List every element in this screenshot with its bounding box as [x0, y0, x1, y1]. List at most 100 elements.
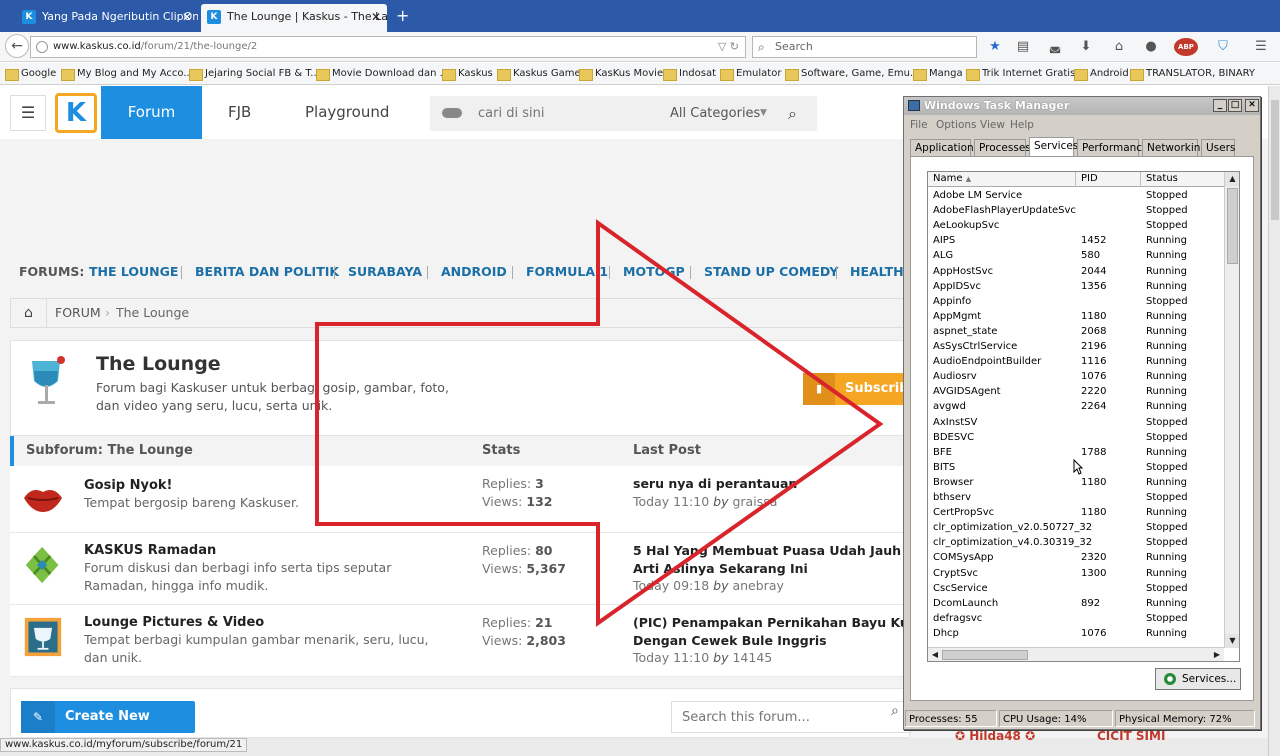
nav-forum[interactable]: Forum: [101, 86, 202, 139]
breadcrumb-forum[interactable]: FORUM: [55, 299, 101, 327]
chat-icon[interactable]: ●: [1142, 38, 1160, 56]
bookmark-item[interactable]: Emulator: [720, 63, 781, 84]
kaskus-search-input[interactable]: [478, 102, 648, 124]
tab-networking[interactable]: Networking: [1142, 139, 1207, 156]
tab-services[interactable]: Services: [1029, 137, 1078, 157]
bookmark-item[interactable]: Google: [5, 63, 56, 84]
service-row[interactable]: AsSysCtrlService 2196 Running: [928, 339, 1224, 354]
column-status[interactable]: Status: [1141, 172, 1224, 187]
forum-link[interactable]: BERITA DAN POLITIK: [195, 258, 339, 286]
menu-help[interactable]: Help: [1010, 116, 1034, 134]
subforum-name[interactable]: KASKUS Ramadan: [84, 543, 216, 558]
service-row[interactable]: defragsvc Stopped: [928, 611, 1224, 626]
subscribe-button[interactable]: ▮ Subscribe: [803, 373, 917, 405]
subforum-row-ramadan[interactable]: KASKUS Ramadan Forum diskusi dan berbagi…: [10, 533, 913, 605]
tab-applications[interactable]: Applications: [910, 139, 979, 156]
download-icon[interactable]: ⬇: [1077, 38, 1095, 56]
nav-playground[interactable]: Playground: [305, 86, 389, 139]
page-scrollbar[interactable]: [1268, 86, 1280, 756]
minimize-button[interactable]: _: [1213, 99, 1227, 112]
tab-the-lounge[interactable]: K The Lounge | Kaskus - The La… ✕: [201, 4, 387, 32]
service-row[interactable]: AIPS 1452 Running: [928, 233, 1224, 248]
menu-file[interactable]: File: [910, 116, 928, 134]
service-row[interactable]: Appinfo Stopped: [928, 294, 1224, 309]
tab-clipon[interactable]: K Yang Pada Ngeributin ClipOn… ✕: [16, 4, 198, 32]
bookmark-star-icon[interactable]: ★: [986, 38, 1004, 56]
service-row[interactable]: AppMgmt 1180 Running: [928, 309, 1224, 324]
service-row[interactable]: ALG 580 Running: [928, 248, 1224, 263]
scroll-up-icon[interactable]: ▲: [1225, 172, 1239, 186]
service-row[interactable]: DcomLaunch 892 Running: [928, 596, 1224, 611]
service-row[interactable]: BDESVC Stopped: [928, 430, 1224, 445]
forum-link[interactable]: THE LOUNGE: [89, 258, 178, 286]
home-icon[interactable]: ⌂: [11, 299, 47, 327]
service-row[interactable]: AVGIDSAgent 2220 Running: [928, 384, 1224, 399]
service-row[interactable]: AxInstSV Stopped: [928, 415, 1224, 430]
reading-list-icon[interactable]: ▤: [1014, 38, 1032, 56]
services-horizontal-scrollbar[interactable]: ◀ ▶: [928, 647, 1224, 661]
subforum-name[interactable]: Gosip Nyok!: [84, 478, 173, 493]
kaskus-logo[interactable]: K: [55, 93, 97, 133]
service-row[interactable]: Audiosrv 1076 Running: [928, 369, 1224, 384]
menu-icon[interactable]: ☰: [1252, 38, 1270, 56]
browser-search-input[interactable]: ⌕ Search: [752, 36, 977, 58]
last-post-title[interactable]: 5 Hal Yang Membuat Puasa Udah Jauh Dari A…: [633, 542, 913, 578]
shield-icon[interactable]: ⛉: [1214, 38, 1232, 56]
forum-link[interactable]: FORMULA 1: [526, 258, 608, 286]
search-icon[interactable]: ⌕: [788, 96, 797, 131]
service-row[interactable]: Dhcp 1076 Running: [928, 626, 1224, 641]
forum-link[interactable]: SURABAYA: [348, 258, 422, 286]
bookmark-item[interactable]: Kaskus Game: [497, 63, 581, 84]
forum-link[interactable]: MOTOGP: [623, 258, 685, 286]
nav-fjb[interactable]: FJB: [228, 86, 251, 139]
tab-performance[interactable]: Performance: [1077, 139, 1149, 156]
service-row[interactable]: clr_optimization_v4.0.30319_32 Stopped: [928, 535, 1224, 550]
forum-search-input[interactable]: [671, 701, 911, 733]
bookmark-item[interactable]: Trik Internet Gratis: [966, 63, 1075, 84]
service-row[interactable]: avgwd 2264 Running: [928, 399, 1224, 414]
bookmark-item[interactable]: Jejaring Social FB & T...: [189, 63, 320, 84]
bookmark-item[interactable]: Android: [1074, 63, 1129, 84]
url-bar[interactable]: www.kaskus.co.id/forum/21/the-lounge/2 ▽…: [30, 36, 746, 58]
service-row[interactable]: bthserv Stopped: [928, 490, 1224, 505]
last-post-user[interactable]: anebray: [732, 578, 783, 593]
close-button[interactable]: ✕: [1245, 99, 1259, 112]
menu-options[interactable]: Options: [936, 116, 977, 134]
bookmark-item[interactable]: Indosat: [663, 63, 716, 84]
services-vertical-scrollbar[interactable]: ▲ ▼: [1224, 172, 1239, 648]
search-icon[interactable]: ⌕: [891, 703, 899, 719]
pocket-icon[interactable]: ◛: [1046, 38, 1064, 56]
bookmark-item[interactable]: KasKus Movie: [579, 63, 663, 84]
last-post-title[interactable]: (PIC) Penampakan Pernikahan Bayu Kumba De…: [633, 614, 913, 650]
category-select[interactable]: All Categories: [670, 96, 760, 131]
service-row[interactable]: aspnet_state 2068 Running: [928, 324, 1224, 339]
menu-view[interactable]: View: [980, 116, 1005, 134]
close-tab-icon[interactable]: ✕: [182, 4, 192, 30]
tab-users[interactable]: Users: [1201, 139, 1235, 156]
service-row[interactable]: AeLookupSvc Stopped: [928, 218, 1224, 233]
service-row[interactable]: CertPropSvc 1180 Running: [928, 505, 1224, 520]
column-name[interactable]: Name ▲: [928, 172, 1076, 187]
close-tab-icon[interactable]: ✕: [371, 4, 381, 30]
bookmark-item[interactable]: Kaskus: [442, 63, 493, 84]
new-tab-button[interactable]: +: [396, 6, 409, 26]
home-icon[interactable]: ⌂: [1110, 38, 1128, 56]
service-row[interactable]: Browser 1180 Running: [928, 475, 1224, 490]
service-row[interactable]: AudioEndpointBuilder 1116 Running: [928, 354, 1224, 369]
services-button[interactable]: Services...: [1155, 668, 1241, 690]
scrollbar-thumb[interactable]: [942, 650, 1028, 660]
last-post-title[interactable]: seru nya di perantauan: [633, 475, 913, 493]
scroll-right-icon[interactable]: ▶: [1210, 648, 1224, 661]
back-button[interactable]: ←: [5, 34, 29, 58]
hamburger-menu-icon[interactable]: ☰: [10, 95, 46, 131]
adblock-icon[interactable]: ABP: [1174, 38, 1198, 56]
reload-icon[interactable]: ▽ ↻: [718, 37, 739, 57]
column-pid[interactable]: PID: [1076, 172, 1141, 187]
bookmark-item[interactable]: TRANSLATOR, BINARY: [1130, 63, 1255, 84]
subforum-row-pictures[interactable]: Lounge Pictures & Video Tempat berbagi k…: [10, 605, 913, 677]
service-row[interactable]: BFE 1788 Running: [928, 445, 1224, 460]
last-post-user[interactable]: graissa: [732, 494, 777, 509]
maximize-button[interactable]: □: [1228, 99, 1242, 112]
service-row[interactable]: COMSysApp 2320 Running: [928, 550, 1224, 565]
forum-link[interactable]: ANDROID: [441, 258, 507, 286]
